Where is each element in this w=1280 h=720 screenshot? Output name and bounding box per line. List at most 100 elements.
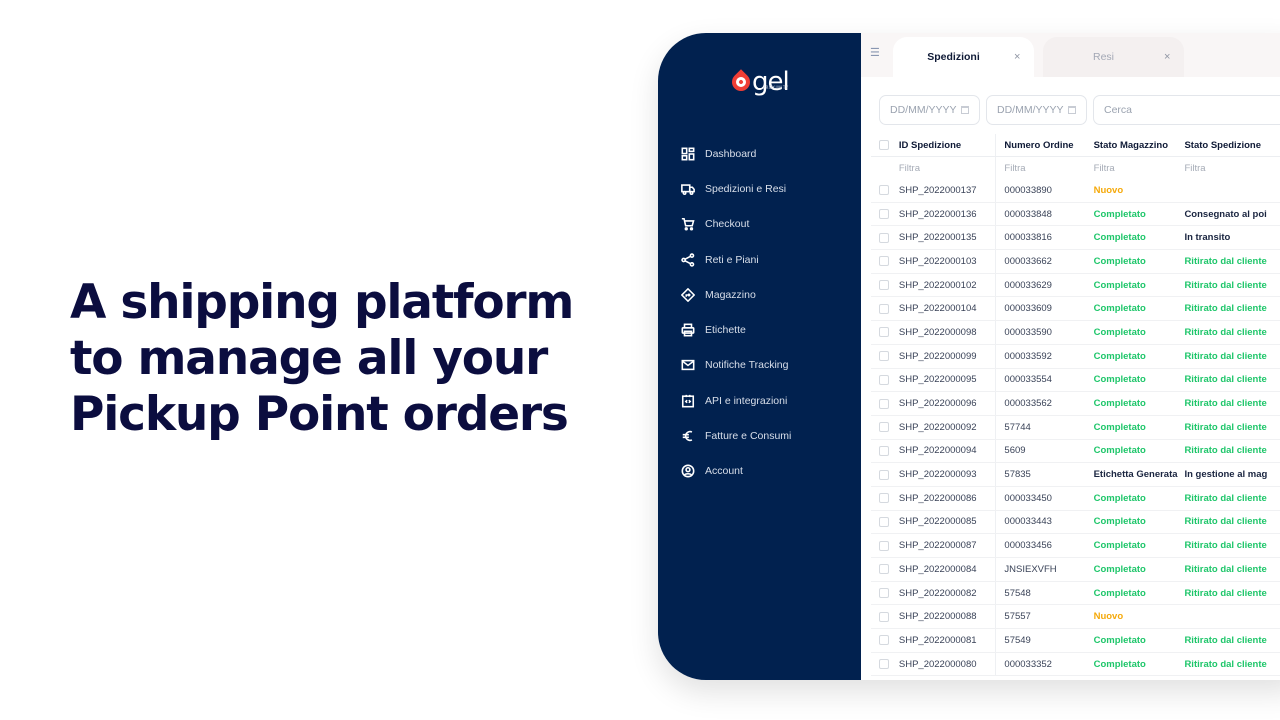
row-checkbox[interactable]	[879, 256, 889, 267]
select-all-checkbox[interactable]	[879, 140, 889, 150]
filter-input-warehouse[interactable]: Filtra	[1090, 163, 1185, 174]
table-row[interactable]: SHP_2022000136 000033848 Completato Consegn…	[871, 202, 1280, 227]
column-header-order[interactable]: Numero Ordine	[995, 134, 1089, 156]
table-row[interactable]: SHP_2022000137 000033890 Nuovo	[871, 179, 1280, 203]
column-header-id[interactable]: ID Spedizione	[899, 140, 996, 151]
filter-input-id[interactable]: Filtra	[899, 163, 996, 174]
directions-icon	[680, 287, 696, 303]
table-row[interactable]: SHP_2022000081 57549 Completato Ritirato da…	[871, 629, 1280, 653]
sidebar-item-magazzino[interactable]: Magazzino	[680, 277, 791, 312]
table-body: SHP_2022000137 000033890 Nuovo SHP_20220001…	[871, 179, 1280, 677]
row-checkbox[interactable]	[879, 635, 889, 646]
shipping-status: Ritirato dal cliente	[1184, 421, 1267, 433]
table-row[interactable]: SHP_2022000104 000033609 Completato Ritirat…	[871, 297, 1280, 322]
row-checkbox[interactable]	[879, 327, 889, 338]
close-icon[interactable]: ×	[1014, 51, 1034, 63]
table-row[interactable]: SHP_2022000135 000033816 Completato In tran…	[871, 226, 1280, 251]
shipment-id: SHP_2022000096	[898, 398, 977, 410]
shipments-table: ID Spedizione Numero Ordine Stato Magazz…	[871, 134, 1280, 677]
table-row[interactable]: SHP_2022000094 5609 Completato Ritirato dal…	[871, 439, 1280, 464]
shipping-status: Ritirato dal cliente	[1184, 374, 1267, 386]
main-panel: ☰ Spedizioni × Resi × DD/MM/YYYY DD/MM/Y…	[861, 33, 1280, 680]
sidebar-item-spedizioni-e-resi[interactable]: Spedizioni e Resi	[680, 171, 791, 206]
calendar-icon[interactable]	[1068, 106, 1076, 114]
row-checkbox[interactable]	[879, 232, 889, 243]
row-checkbox[interactable]	[879, 469, 889, 480]
table-row[interactable]: SHP_2022000098 000033590 Completato Ritirat…	[871, 321, 1280, 345]
sidebar-item-label: Account	[705, 465, 743, 478]
row-checkbox[interactable]	[879, 303, 889, 314]
filter-input-shipping[interactable]: Filtra	[1184, 163, 1280, 174]
row-checkbox[interactable]	[879, 374, 889, 385]
shipment-id: SHP_2022000095	[898, 374, 977, 386]
warehouse-status: Nuovo	[1093, 611, 1124, 623]
order-number: 000033890	[995, 179, 1089, 202]
column-header-shipping-status[interactable]: Stato Spedizione	[1184, 140, 1280, 151]
sidebar-item-account[interactable]: Account	[680, 454, 791, 489]
sidebar-item-fatture-e-consumi[interactable]: Fatture e Consumi	[680, 418, 791, 453]
warehouse-status: Completato	[1093, 492, 1146, 504]
table-row[interactable]: SHP_2022000086 000033450 Completato Ritirat…	[871, 486, 1280, 511]
sidebar-item-label: Spedizioni e Resi	[705, 182, 787, 195]
table-row[interactable]: SHP_2022000082 57548 Completato Ritirato da…	[871, 581, 1280, 606]
table-row[interactable]: SHP_2022000080 000033352 Completato Ritirat…	[871, 652, 1280, 677]
sidebar-item-reti-e-piani[interactable]: Reti e Piani	[680, 242, 791, 277]
search-input[interactable]: Cerca	[1093, 95, 1280, 125]
table-row[interactable]: SHP_2022000099 000033592 Completato Ritirat…	[871, 344, 1280, 369]
row-checkbox[interactable]	[879, 659, 889, 670]
column-header-warehouse-status[interactable]: Stato Magazzino	[1090, 140, 1185, 151]
table-row[interactable]: SHP_2022000093 57835 Etichetta Generata In …	[871, 463, 1280, 487]
collapse-sidebar-icon[interactable]: ☰	[870, 47, 884, 59]
date-from-field[interactable]: DD/MM/YYYY	[879, 95, 980, 125]
row-checkbox[interactable]	[879, 540, 889, 551]
row-checkbox[interactable]	[879, 185, 889, 196]
tab-spedizioni[interactable]: Spedizioni ×	[893, 37, 1034, 77]
sidebar-item-notifiche-tracking[interactable]: Notifiche Tracking	[680, 348, 791, 383]
calendar-icon[interactable]	[961, 106, 969, 114]
row-checkbox[interactable]	[879, 398, 889, 409]
table-row[interactable]: SHP_2022000087 000033456 Completato Ritirat…	[871, 534, 1280, 558]
warehouse-status: Completato	[1093, 587, 1146, 599]
date-to-field[interactable]: DD/MM/YYYY	[986, 95, 1087, 125]
logo-drop-icon	[728, 69, 754, 95]
table-row[interactable]: SHP_2022000103 000033662 Completato Ritirat…	[871, 250, 1280, 274]
table-row[interactable]: SHP_2022000095 000033554 Completato Ritirat…	[871, 368, 1280, 393]
sidebar-item-etichette[interactable]: Etichette	[680, 312, 791, 347]
close-icon[interactable]: ×	[1164, 51, 1184, 63]
gel-logo[interactable]: gel PROXIMITY	[728, 69, 790, 95]
order-number: 57549	[995, 629, 1089, 652]
sidebar-item-api-e-integrazioni[interactable]: API e integrazioni	[680, 383, 791, 418]
row-checkbox[interactable]	[879, 445, 889, 456]
table-row[interactable]: SHP_2022000102 000033629 Completato Ritirat…	[871, 273, 1280, 298]
order-number: 000033352	[995, 652, 1089, 676]
row-checkbox[interactable]	[879, 351, 889, 362]
table-row[interactable]: SHP_2022000096 000033562 Completato Ritirat…	[871, 392, 1280, 416]
row-checkbox[interactable]	[879, 493, 889, 504]
tab-resi[interactable]: Resi ×	[1043, 37, 1184, 77]
order-number: 000033816	[995, 226, 1089, 250]
row-checkbox[interactable]	[879, 516, 889, 527]
table-row[interactable]: SHP_2022000088 57557 Nuovo	[871, 605, 1280, 630]
filter-input-order[interactable]: Filtra	[995, 157, 1089, 179]
warehouse-status: Completato	[1093, 232, 1146, 244]
row-checkbox[interactable]	[879, 280, 889, 291]
table-row[interactable]: SHP_2022000084 JNSIEXVFH Completato Ritirat…	[871, 558, 1280, 582]
table-row[interactable]: SHP_2022000085 000033443 Completato Ritirat…	[871, 510, 1280, 535]
sidebar-item-label: Magazzino	[705, 288, 756, 301]
shipping-status: Ritirato dal cliente	[1184, 658, 1267, 670]
row-checkbox[interactable]	[879, 422, 889, 433]
table-row[interactable]: SHP_2022000092 57744 Completato Ritirato da…	[871, 415, 1280, 440]
share-icon	[680, 252, 696, 268]
shipment-id: SHP_2022000082	[898, 587, 977, 599]
row-checkbox[interactable]	[879, 611, 889, 622]
sidebar-item-dashboard[interactable]: Dashboard	[680, 136, 791, 171]
row-checkbox[interactable]	[879, 209, 889, 220]
tab-bar: ☰ Spedizioni × Resi ×	[861, 33, 1280, 77]
shipment-id: SHP_2022000135	[898, 232, 977, 244]
row-checkbox[interactable]	[879, 564, 889, 575]
shipping-status: In gestione al mag	[1184, 469, 1268, 481]
warehouse-status: Etichetta Generata	[1093, 469, 1178, 481]
row-checkbox[interactable]	[879, 588, 889, 599]
filter-bar: DD/MM/YYYY DD/MM/YYYY Cerca	[879, 95, 1280, 125]
sidebar-item-checkout[interactable]: Checkout	[680, 207, 791, 242]
